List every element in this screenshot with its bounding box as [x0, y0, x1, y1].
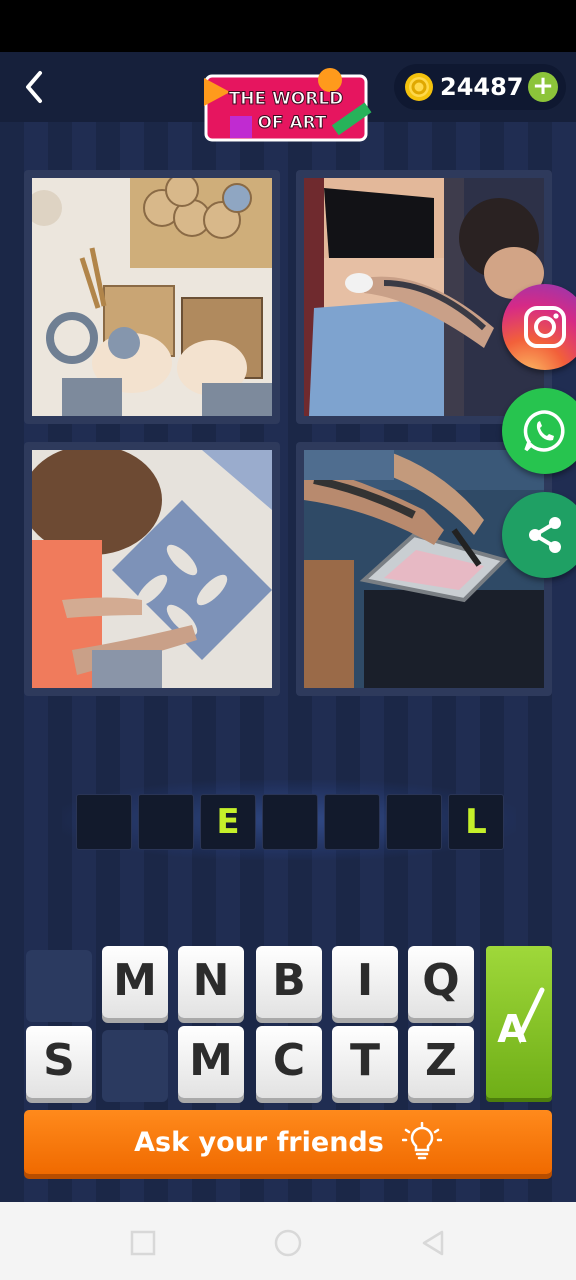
game-screen: 24487 + THE WORLD OF ART E L M N B I Q S… — [0, 52, 576, 1202]
add-coins-button[interactable]: + — [528, 72, 558, 102]
answer-row: E L — [62, 780, 516, 860]
letter-key[interactable]: M — [178, 1026, 244, 1098]
crafting-photo — [32, 178, 272, 416]
instagram-icon — [524, 306, 566, 348]
answer-slot[interactable] — [76, 794, 132, 850]
ask-friends-button[interactable]: Ask your friends — [24, 1110, 552, 1174]
photo-tile-3[interactable] — [24, 442, 280, 696]
tattoo-photo — [304, 178, 544, 416]
photo-tile-1[interactable] — [24, 170, 280, 424]
back-button[interactable] — [14, 66, 54, 108]
world-of-art-logo: THE WORLD OF ART — [200, 68, 374, 148]
letter-key[interactable]: M — [102, 946, 168, 1018]
coin-balance[interactable]: 24487 + — [394, 64, 566, 110]
coin-count: 24487 — [440, 73, 524, 101]
answer-slot[interactable] — [324, 794, 380, 850]
letter-key[interactable]: B — [256, 946, 322, 1018]
answer-slot[interactable]: L — [448, 794, 504, 850]
coin-icon — [405, 73, 433, 101]
ask-friends-label: Ask your friends — [134, 1126, 384, 1158]
letter-key[interactable]: C — [256, 1026, 322, 1098]
photo-tile-4[interactable] — [296, 442, 552, 696]
letter-key[interactable]: S — [26, 1026, 92, 1098]
answer-slot[interactable] — [262, 794, 318, 850]
back-nav-icon[interactable] — [422, 1230, 444, 1256]
logo-line2: OF ART — [257, 113, 326, 133]
letter-key[interactable]: Z — [408, 1026, 474, 1098]
lightbulb-icon — [401, 1122, 442, 1160]
letter-key[interactable]: Q — [408, 946, 474, 1018]
letter-key[interactable]: I — [332, 946, 398, 1018]
home-icon[interactable] — [274, 1229, 302, 1257]
screen-printing-photo — [304, 450, 544, 688]
letter-key-empty — [26, 950, 92, 1022]
navigation-bar — [0, 1202, 576, 1280]
share-icon — [529, 517, 561, 553]
reveal-letter-button[interactable]: A — [486, 946, 552, 1098]
whatsapp-icon — [523, 410, 565, 452]
paintbrush-letter-icon: A — [497, 987, 545, 1051]
letter-key-empty — [102, 1030, 168, 1102]
status-bar — [0, 0, 576, 52]
letter-key[interactable]: T — [332, 1026, 398, 1098]
answer-slot[interactable] — [138, 794, 194, 850]
tile-painting-photo — [32, 450, 272, 688]
answer-slot[interactable] — [386, 794, 442, 850]
logo-line1: THE WORLD — [229, 89, 344, 109]
chevron-left-icon — [26, 71, 42, 103]
letter-key[interactable]: N — [178, 946, 244, 1018]
answer-slot[interactable]: E — [200, 794, 256, 850]
recents-icon[interactable] — [130, 1230, 156, 1256]
